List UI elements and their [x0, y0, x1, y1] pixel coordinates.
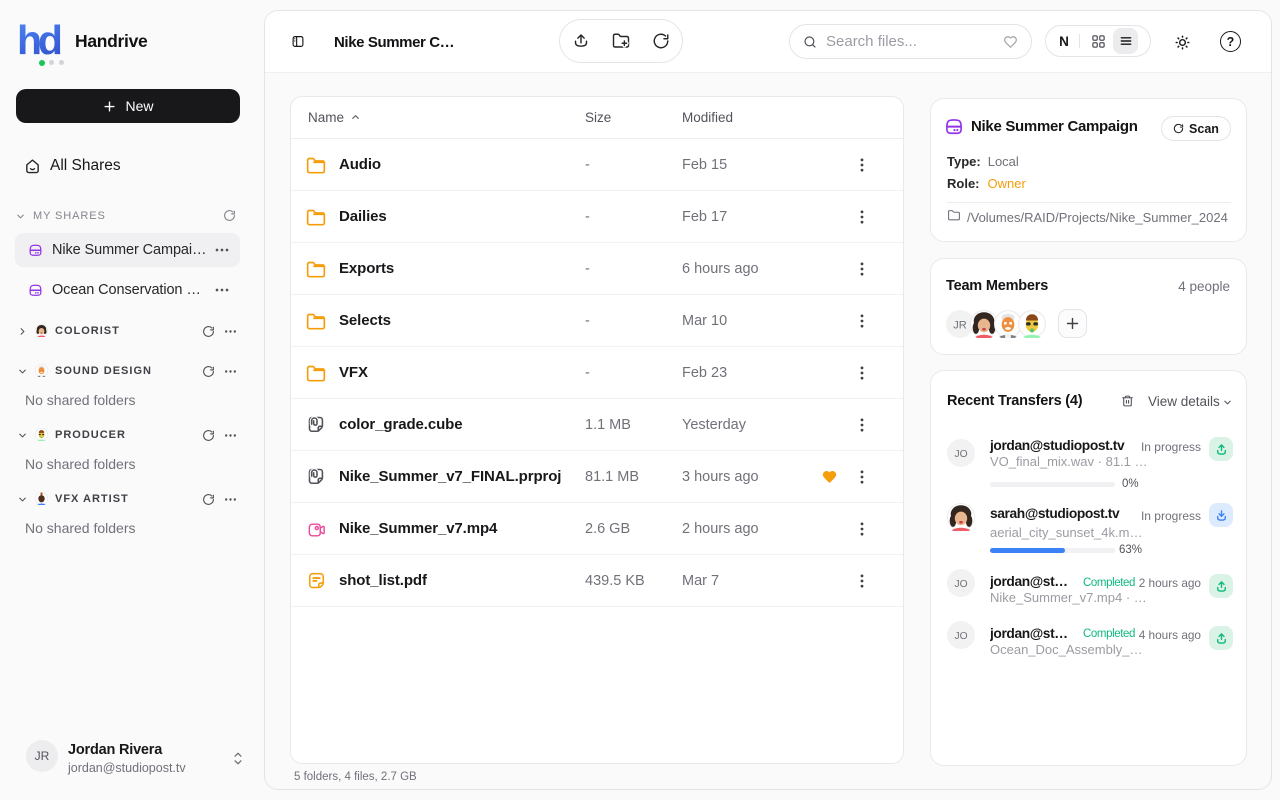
svg-text:JO: JO — [954, 449, 967, 460]
svg-text:JO: JO — [954, 579, 967, 590]
svg-text:JO: JO — [954, 631, 967, 642]
svg-text:hd: hd — [18, 21, 61, 57]
svg-text:JR: JR — [953, 319, 967, 331]
